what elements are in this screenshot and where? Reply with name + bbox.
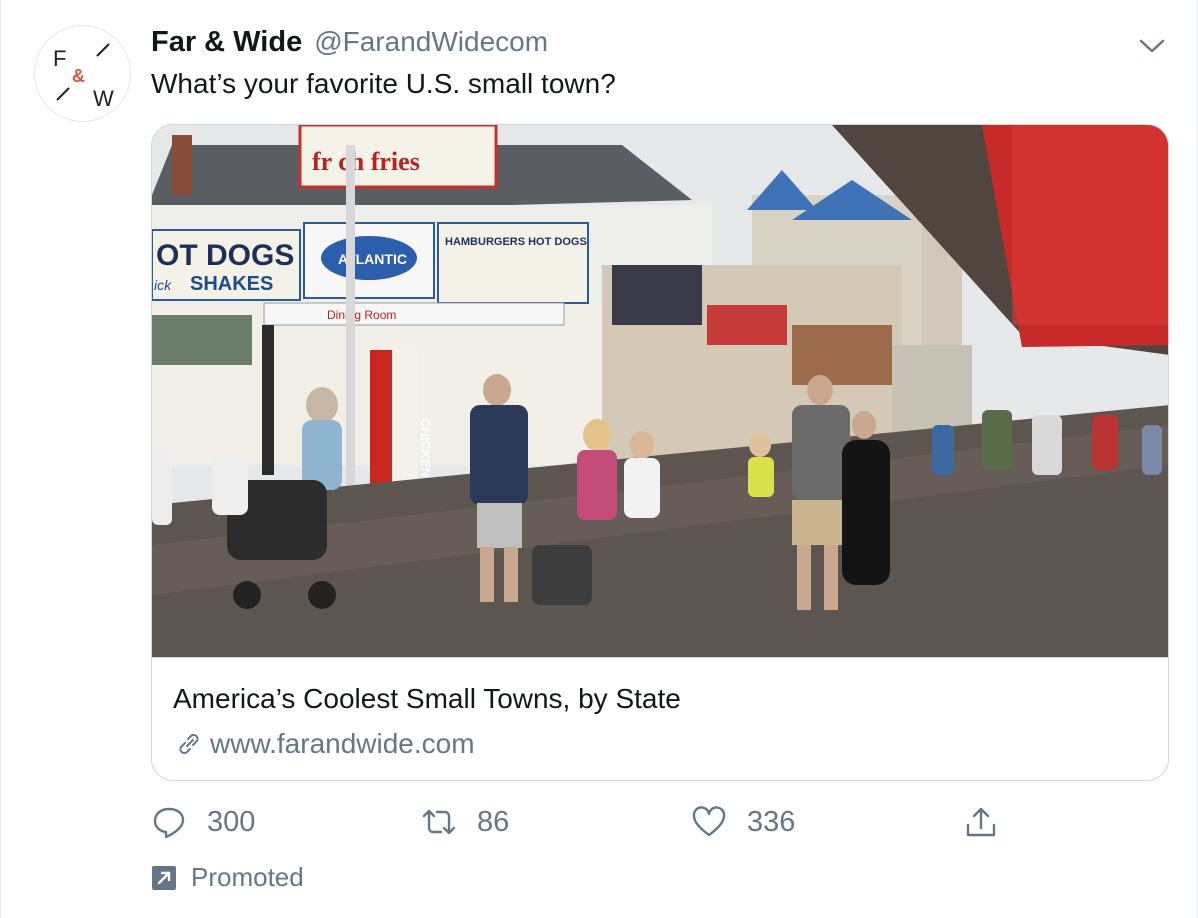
tweet-actions: 300 86 336 <box>151 800 1169 844</box>
logo-letter-f: F <box>53 46 66 71</box>
sign-shakes-prefix: ick <box>154 277 172 293</box>
reply-count: 300 <box>207 805 256 838</box>
promoted-text: Promoted <box>191 862 304 892</box>
tweet-text: What’s your favorite U.S. small town? <box>151 68 616 99</box>
logo-slash-bottom <box>56 87 70 101</box>
avatar[interactable]: F & W <box>34 25 131 122</box>
card-url-text[interactable]: www.farandwide.com <box>210 728 475 760</box>
like-button[interactable]: 336 <box>691 800 795 844</box>
retweet-icon <box>422 809 456 835</box>
card-image[interactable]: OT DOGS ick SHAKES ATLANTIC HAMBURGERS H… <box>152 125 1168 657</box>
retweet-count: 86 <box>477 805 510 838</box>
tweet-header: Far & Wide @FarandWidecom <box>151 26 548 62</box>
reply-button[interactable]: 300 <box>151 800 255 844</box>
logo-ampersand: & <box>72 66 85 86</box>
sign-dining-room: Dining Room <box>327 308 396 322</box>
logo-letter-w: W <box>93 86 114 111</box>
card-title[interactable]: America’s Coolest Small Towns, by State <box>173 683 681 715</box>
promoted-arrow-icon <box>152 865 176 890</box>
sign-shakes: SHAKES <box>190 273 273 295</box>
like-count: 336 <box>747 805 796 838</box>
card-url[interactable]: www.farandwide.com <box>174 728 475 760</box>
heart-icon <box>692 806 726 837</box>
link-icon <box>179 733 199 755</box>
sign-chicken: CHICKEN <box>418 418 433 477</box>
retweet-button[interactable]: 86 <box>421 800 509 844</box>
share-button[interactable] <box>963 800 999 844</box>
link-card[interactable]: OT DOGS ick SHAKES ATLANTIC HAMBURGERS H… <box>151 124 1169 781</box>
chevron-down-icon[interactable] <box>1137 36 1167 56</box>
share-icon <box>966 807 996 837</box>
card-body[interactable]: America’s Coolest Small Towns, by State … <box>152 657 1168 780</box>
account-handle[interactable]: @FarandWidecom <box>314 26 548 58</box>
sign-hamburgers: HAMBURGERS HOT DOGS <box>445 236 587 248</box>
account-name[interactable]: Far & Wide <box>151 26 302 59</box>
sign-french-fries: fr ch fries <box>312 147 420 176</box>
tweet[interactable]: F & W Far & Wide @FarandWidecom What’s y… <box>0 0 1198 918</box>
boardwalk-photo: OT DOGS ick SHAKES ATLANTIC HAMBURGERS H… <box>152 125 1168 657</box>
sign-hot-dogs: OT DOGS <box>156 239 294 272</box>
logo-slash-top <box>96 43 110 57</box>
promoted-label: Promoted <box>151 862 304 893</box>
far-and-wide-logo: F & W <box>53 43 114 111</box>
reply-icon <box>153 807 185 839</box>
